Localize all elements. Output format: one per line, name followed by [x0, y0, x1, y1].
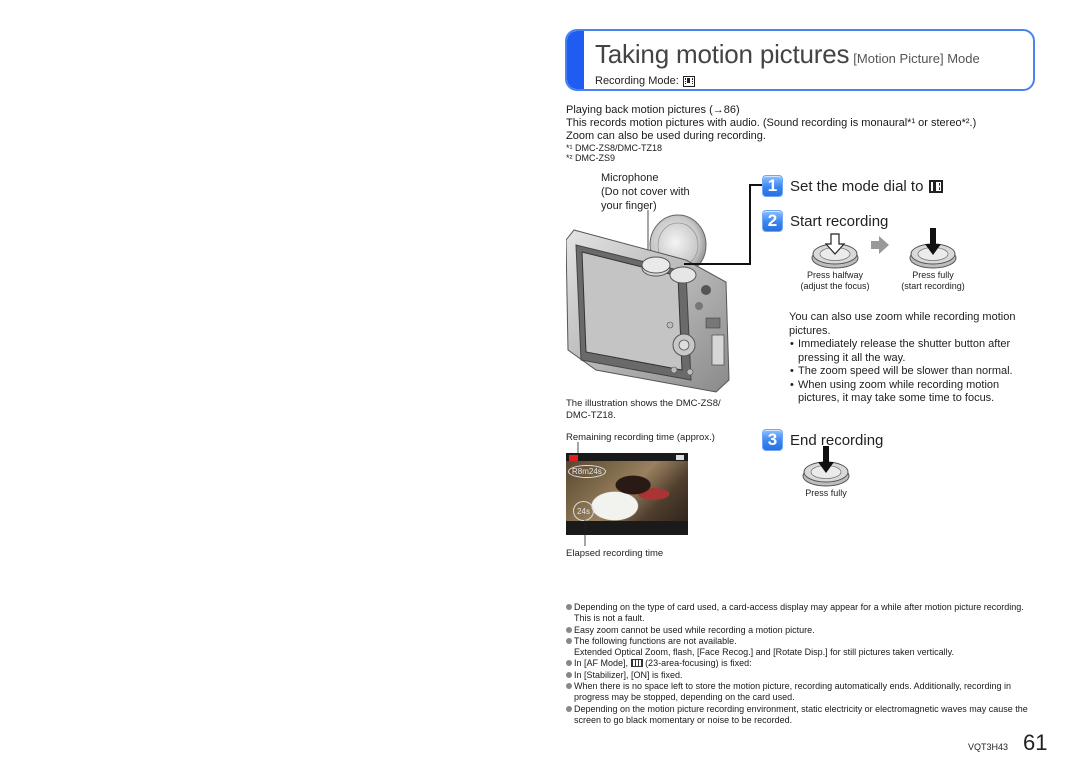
intro-text: Playing back motion pictures (→86) This …	[566, 104, 976, 163]
step-2: 2 Start recording	[762, 210, 888, 232]
note-item-detail: (23-area-focusing) is fixed:	[645, 658, 752, 669]
remaining-time-label: Remaining recording time (approx.)	[566, 432, 715, 443]
press-halfway-note: (adjust the focus)	[800, 281, 870, 291]
battery-icon	[676, 455, 684, 460]
recording-mode-label: Recording Mode:	[595, 75, 679, 87]
zoom-info-intro: You can also use zoom while recording mo…	[789, 311, 1016, 337]
footnote-1: *¹ DMC-ZS8/DMC-TZ18	[566, 143, 662, 153]
note-item: In [Stabilizer], [ON] is fixed.	[566, 670, 1036, 681]
section-header: Taking motion pictures [Motion Picture] M…	[565, 29, 1035, 91]
recording-mode: Recording Mode:	[595, 75, 695, 87]
note-item-text: In [AF Mode],	[574, 658, 629, 669]
zoom-info-item: Immediately release the shutter button a…	[789, 338, 1039, 365]
notes-list: Depending on the type of card used, a ca…	[566, 602, 1036, 726]
camera-caption-line1: The illustration shows the DMC-ZS8/	[566, 398, 721, 409]
press-fully-start-note: (start recording)	[901, 281, 965, 291]
audio-description: This records motion pictures with audio.…	[566, 117, 977, 129]
page-title: Taking motion pictures [Motion Picture] M…	[595, 39, 980, 70]
camera-caption: The illustration shows the DMC-ZS8/ DMC-…	[566, 398, 721, 422]
page-number: 61	[1023, 730, 1048, 755]
footnote-2: *² DMC-ZS9	[566, 153, 615, 163]
step-3-number: 3	[762, 429, 783, 451]
note-item-text: The following functions are not availabl…	[574, 635, 737, 646]
shutter-press-halfway-illustration	[811, 233, 859, 269]
note-item: When there is no space left to store the…	[566, 681, 1036, 704]
elapsed-time-pointer	[584, 520, 586, 546]
elapsed-time-value: 24s	[573, 501, 594, 521]
press-fully-start-caption: Press fully (start recording)	[890, 270, 976, 292]
step-1-label: Set the mode dial to	[790, 177, 944, 195]
note-item: Depending on the motion picture recordin…	[566, 704, 1036, 727]
shutter-press-fully-illustration	[909, 228, 957, 269]
motion-picture-film-icon	[682, 75, 695, 87]
step-1-text: Set the mode dial to	[790, 177, 924, 195]
playback-reference: Playing back motion pictures (→86)	[566, 104, 740, 116]
note-item: Depending on the type of card used, a ca…	[566, 602, 1036, 625]
zoom-info-item: The zoom speed will be slower than norma…	[789, 365, 1039, 379]
note-item-detail: Extended Optical Zoom, flash, [Face Reco…	[574, 647, 954, 658]
step-1: 1 Set the mode dial to	[762, 175, 944, 197]
remaining-time-value: R8m24s	[568, 465, 606, 478]
microphone-label-note1: (Do not cover with	[601, 186, 690, 198]
document-code: VQT3H43	[968, 742, 1009, 752]
note-item: The following functions are not availabl…	[566, 636, 1036, 659]
motion-picture-dial-icon	[929, 179, 944, 193]
step-2-label: Start recording	[790, 212, 889, 230]
arrow-right-icon	[871, 236, 889, 254]
microphone-label: Microphone (Do not cover with your finge…	[601, 171, 690, 213]
press-fully-end-caption: Press fully	[805, 488, 847, 498]
zoom-info: You can also use zoom while recording mo…	[789, 311, 1039, 406]
press-fully-start-text: Press fully	[912, 270, 954, 280]
zoom-info-list: Immediately release the shutter button a…	[789, 338, 1039, 406]
elapsed-time-label: Elapsed recording time	[566, 548, 664, 559]
zoom-info-item: When using zoom while recording motion p…	[789, 379, 1039, 406]
header-accent-bar	[567, 31, 584, 89]
mode-dial-connector	[684, 184, 762, 265]
recording-indicator-icon	[569, 455, 578, 461]
shutter-press-fully-end-illustration	[802, 446, 850, 487]
press-halfway-caption: Press halfway (adjust the focus)	[792, 270, 878, 292]
camera-caption-line2: DMC-TZ18.	[566, 410, 616, 421]
press-halfway-text: Press halfway	[806, 270, 864, 280]
step-1-number: 1	[762, 175, 783, 197]
microphone-label-title: Microphone	[601, 172, 659, 184]
note-item: Easy zoom cannot be used while recording…	[566, 625, 1036, 636]
page-title-mode: [Motion Picture] Mode	[853, 51, 980, 66]
af-23-area-icon	[630, 659, 643, 668]
zoom-note: Zoom can also be used during recording.	[566, 130, 766, 142]
step-2-number: 2	[762, 210, 783, 232]
page-title-main: Taking motion pictures	[595, 39, 850, 69]
note-item: In [AF Mode], (23-area-focusing) is fixe…	[566, 658, 1036, 669]
